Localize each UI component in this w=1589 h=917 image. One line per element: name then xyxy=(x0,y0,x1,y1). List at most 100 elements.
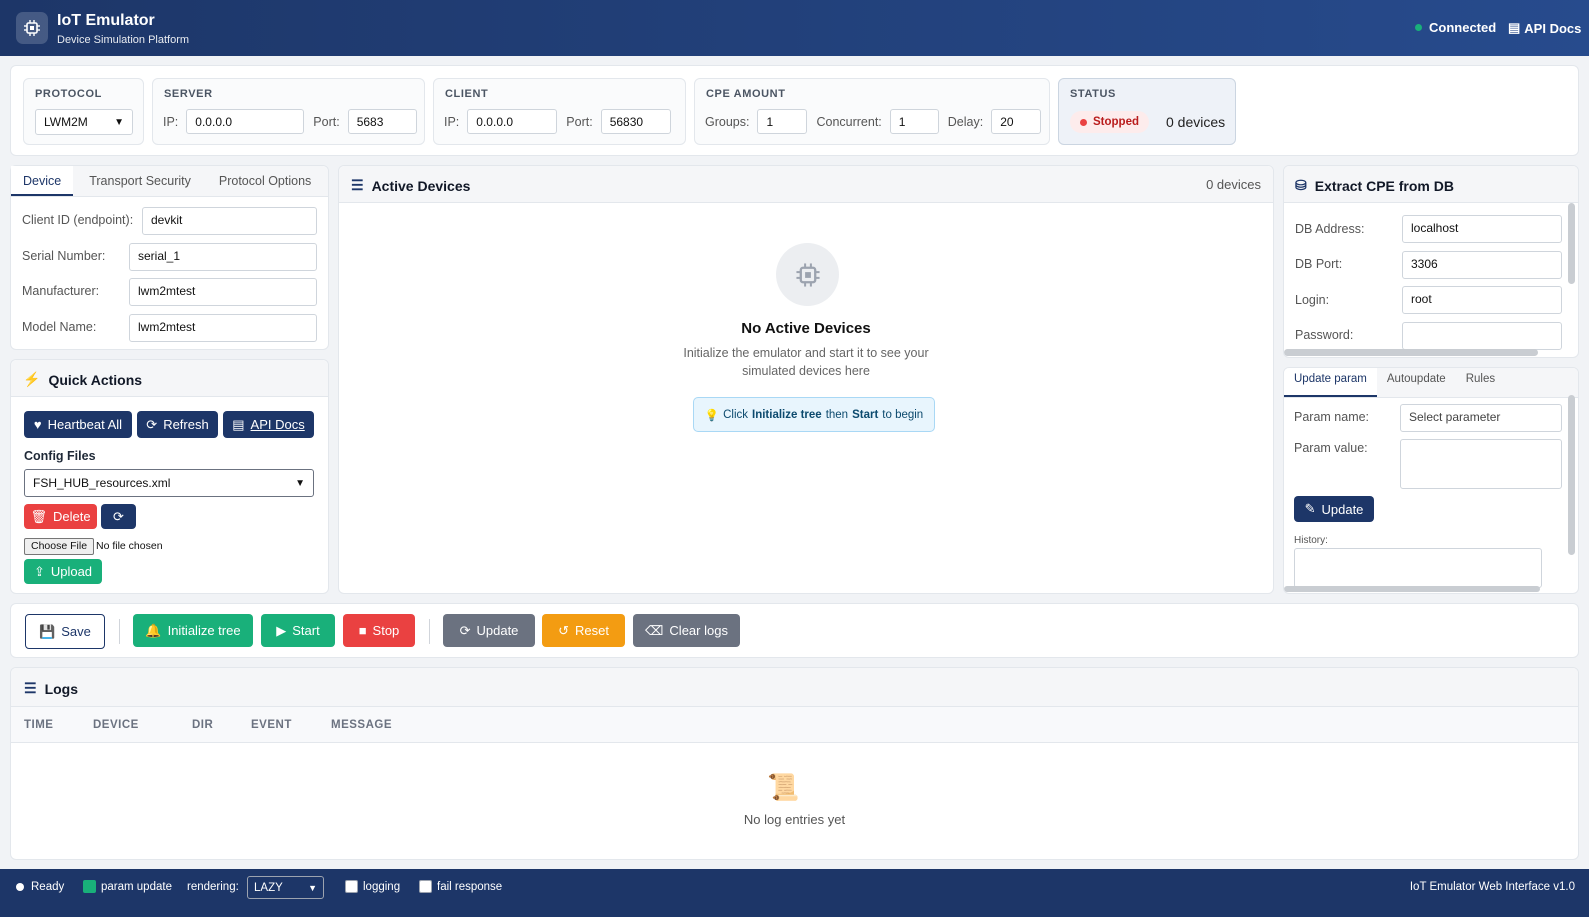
stop-button[interactable]: ■ Stop xyxy=(343,614,415,647)
client-id-input[interactable]: devkit xyxy=(142,207,317,235)
refresh-label: Refresh xyxy=(163,417,209,432)
param-name-select[interactable]: Select parameter xyxy=(1400,404,1562,432)
tab-autoupdate[interactable]: Autoupdate xyxy=(1377,368,1456,397)
no-file-text: No file chosen xyxy=(96,540,163,552)
refresh-button[interactable]: ⟳ Refresh xyxy=(137,411,218,438)
reload-configs-button[interactable]: ⟳ xyxy=(101,504,136,529)
param-value-input[interactable] xyxy=(1400,439,1562,489)
chevron-down-icon: ▼ xyxy=(295,477,305,489)
app-title: IoT Emulator xyxy=(57,12,155,29)
col-time: TIME xyxy=(24,719,54,731)
rendering-select[interactable]: LAZY ▼ xyxy=(247,876,324,899)
param-tabs: Update param Autoupdate Rules xyxy=(1284,368,1578,398)
client-port-input[interactable]: 56830 xyxy=(600,109,671,134)
concurrent-label: Concurrent: xyxy=(816,114,882,129)
status-badge: Stopped xyxy=(1070,111,1149,133)
model-name-input[interactable]: lwm2mtest xyxy=(129,314,317,342)
device-tabs: Device Transport Security Protocol Optio… xyxy=(11,166,328,197)
horizontal-scrollbar[interactable] xyxy=(1284,586,1540,592)
logging-toggle[interactable]: logging xyxy=(345,880,400,893)
tab-rules[interactable]: Rules xyxy=(1456,368,1505,397)
logs-panel: ☰ Logs TIME DEVICE DIR EVENT MESSAGE 📜 No… xyxy=(10,667,1579,860)
reset-button[interactable]: ↺ Reset xyxy=(542,614,625,647)
device-count: 0 devices xyxy=(1166,114,1226,130)
vertical-scrollbar[interactable] xyxy=(1568,203,1575,284)
divider xyxy=(119,619,120,644)
status-badge-label: Stopped xyxy=(1093,116,1139,128)
param-update-button[interactable]: ✎ Update xyxy=(1294,496,1374,522)
logging-label: logging xyxy=(363,880,401,893)
vertical-scrollbar[interactable] xyxy=(1568,395,1575,555)
clear-logs-button[interactable]: ⌫ Clear logs xyxy=(633,614,740,647)
manufacturer-input[interactable]: lwm2mtest xyxy=(129,278,317,306)
login-label: Login: xyxy=(1295,293,1330,307)
clear-logs-label: Clear logs xyxy=(669,623,728,638)
app-header: IoT Emulator Device Simulation Platform … xyxy=(0,0,1589,56)
param-update-toggle[interactable]: param update xyxy=(83,880,172,893)
update-button[interactable]: ⟳ Update xyxy=(443,614,535,647)
edit-icon: ✎ xyxy=(1304,501,1316,516)
horizontal-scrollbar[interactable] xyxy=(1284,349,1538,356)
client-box: CLIENT IP: 0.0.0.0 Port: 56830 xyxy=(433,78,686,145)
server-port-input[interactable]: 5683 xyxy=(347,109,417,134)
logs-empty-text: No log entries yet xyxy=(743,812,846,827)
upload-label: Upload xyxy=(50,564,93,579)
client-ip-input[interactable]: 0.0.0.0 xyxy=(467,109,558,134)
delete-button[interactable]: 🗑 Delete xyxy=(24,504,97,529)
start-label: Start xyxy=(292,623,320,638)
groups-input[interactable]: 1 xyxy=(757,109,808,134)
stopped-dot-icon xyxy=(1080,118,1087,126)
db-port-input[interactable]: 3306 xyxy=(1402,251,1562,279)
tab-protocol-options[interactable]: Protocol Options xyxy=(203,166,323,196)
api-docs-link[interactable]: ▤ API Docs xyxy=(1508,20,1581,36)
client-port-label: Port: xyxy=(566,114,593,129)
start-button[interactable]: ▶ Start xyxy=(261,614,335,647)
connection-status: Connected xyxy=(1415,20,1496,35)
hint-post: to begin xyxy=(882,408,924,421)
concurrent-input[interactable]: 1 xyxy=(889,109,939,134)
app-subtitle: Device Simulation Platform xyxy=(57,34,190,46)
config-file-select[interactable]: FSH_HUB_resources.xml ▼ xyxy=(24,469,314,497)
choose-file-button[interactable]: Choose File xyxy=(24,538,95,555)
status-footer: Ready param update rendering: LAZY ▼ logg… xyxy=(0,869,1589,917)
tab-device[interactable]: Device xyxy=(11,166,74,196)
api-docs-button[interactable]: ▤ API Docs xyxy=(223,411,314,438)
initialize-tree-button[interactable]: 🔔 Initialize tree xyxy=(133,614,253,647)
serial-number-input[interactable]: serial_1 xyxy=(129,243,317,271)
save-button[interactable]: 💾 Save xyxy=(25,614,105,649)
heartbeat-all-button[interactable]: ♥ Heartbeat All xyxy=(24,411,132,438)
protocol-select[interactable]: LWM2M ▼ xyxy=(35,109,133,135)
refresh-icon: ⟳ xyxy=(459,622,471,638)
checkbox-checked-icon[interactable] xyxy=(83,880,96,893)
fail-response-toggle[interactable]: fail response xyxy=(419,880,502,893)
api-docs-label: API Docs xyxy=(1524,20,1582,36)
model-name-label: Model Name: xyxy=(22,320,97,334)
server-ip-label: IP: xyxy=(163,114,179,129)
password-input[interactable] xyxy=(1402,322,1562,350)
checkbox-icon[interactable] xyxy=(345,880,358,893)
list-icon: ☰ xyxy=(351,177,364,193)
checkbox-icon[interactable] xyxy=(419,880,432,893)
chip-icon xyxy=(776,243,839,306)
db-address-input[interactable]: localhost xyxy=(1402,215,1562,243)
history-label: History: xyxy=(1294,535,1328,546)
active-devices-count: 0 devices xyxy=(1206,177,1261,192)
extract-cpe-panel: ⛁ Extract CPE from DB DB Address: localho… xyxy=(1283,165,1579,358)
refresh-icon: ⟳ xyxy=(113,508,124,524)
col-device: DEVICE xyxy=(93,719,139,731)
ready-dot-icon xyxy=(16,883,24,891)
quick-actions-panel: ⚡ Quick Actions ♥ Heartbeat All ⟳ Refresh ▤… xyxy=(10,359,329,594)
upload-button[interactable]: ⇪ Upload xyxy=(24,559,102,584)
delay-input[interactable]: 20 xyxy=(991,109,1042,134)
login-input[interactable]: root xyxy=(1402,286,1562,314)
stop-icon: ■ xyxy=(358,623,367,638)
config-bar: PROTOCOL LWM2M ▼ SERVER IP: 0.0.0.0 Port: 56… xyxy=(10,65,1579,156)
lightbulb-icon: 💡 xyxy=(704,409,720,422)
bell-icon: 🔔 xyxy=(145,622,162,638)
refresh-icon: ⟳ xyxy=(146,416,158,432)
col-message: MESSAGE xyxy=(331,719,393,731)
history-box[interactable] xyxy=(1294,548,1542,588)
tab-update-param[interactable]: Update param xyxy=(1284,368,1377,397)
server-ip-input[interactable]: 0.0.0.0 xyxy=(186,109,305,134)
tab-transport-security[interactable]: Transport Security xyxy=(73,166,203,196)
